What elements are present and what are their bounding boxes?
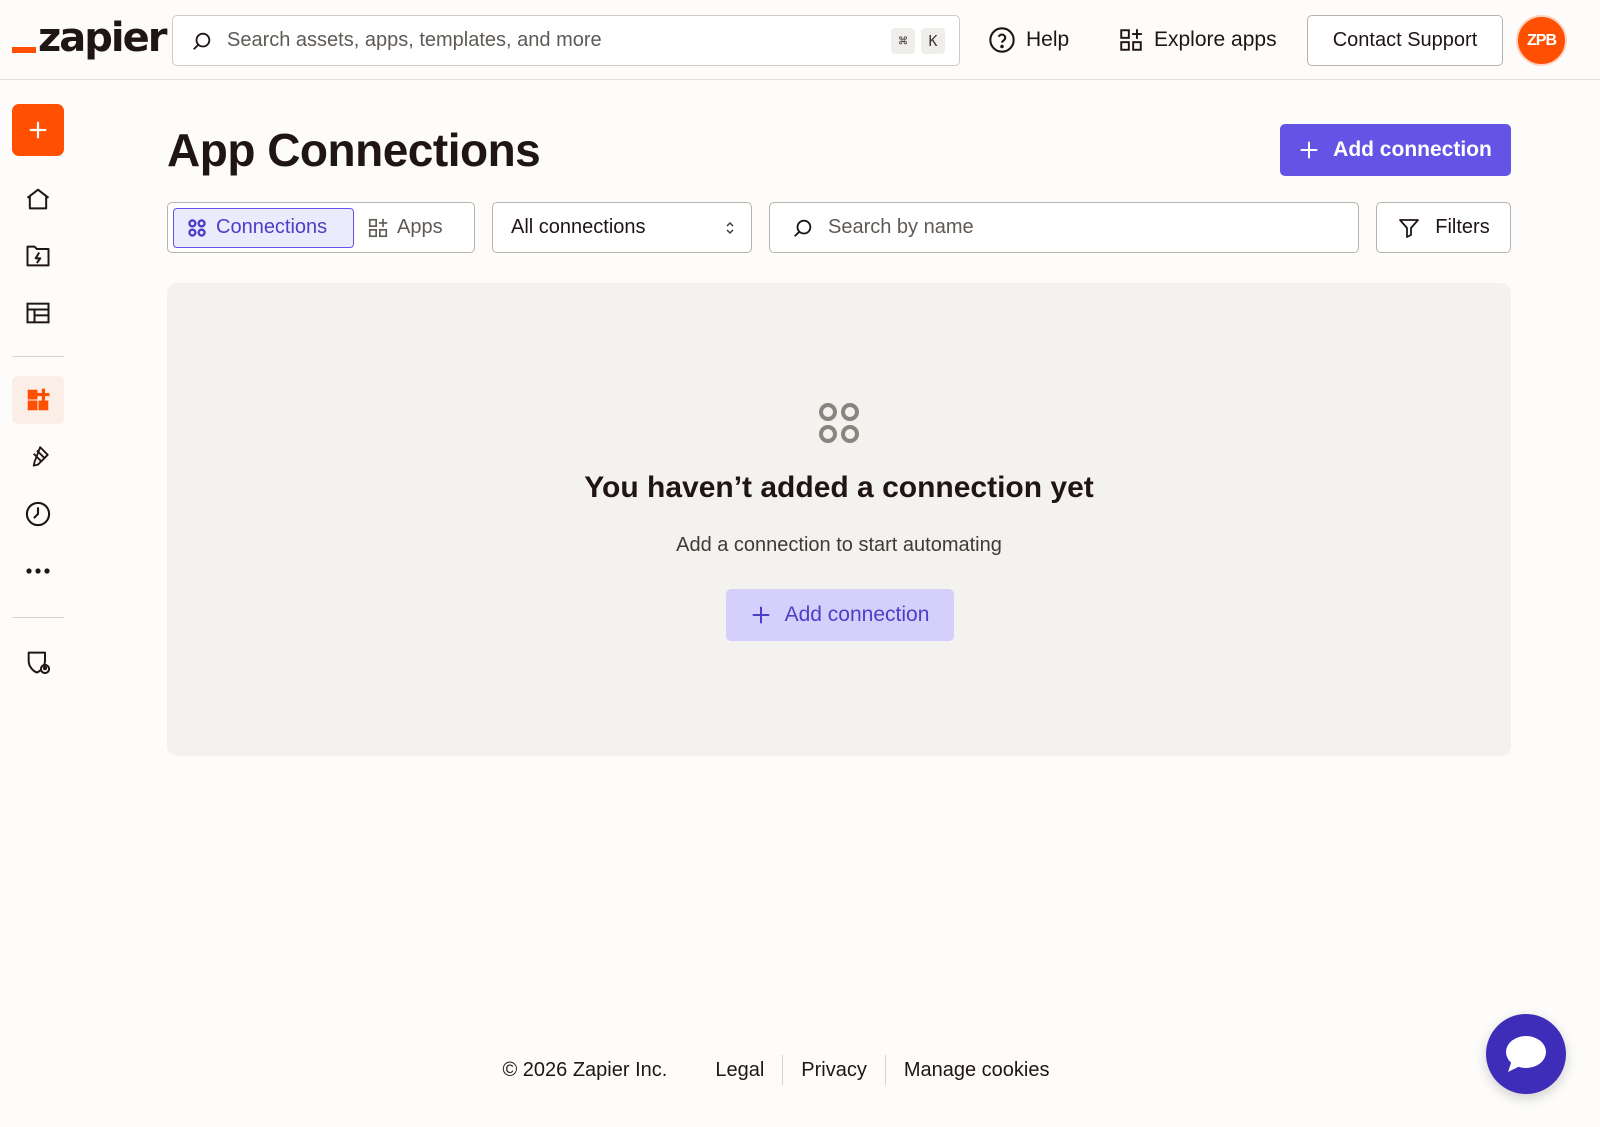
sidebar-divider bbox=[12, 356, 64, 357]
tab-apps[interactable]: Apps bbox=[354, 208, 456, 248]
empty-add-connection-label: Add connection bbox=[784, 603, 930, 626]
copyright: © 2026 Zapier Inc. bbox=[502, 1058, 668, 1081]
logo-text: zapier bbox=[38, 15, 167, 61]
help-circle-icon bbox=[989, 27, 1015, 53]
search-icon bbox=[193, 32, 211, 50]
explore-apps-label: Explore apps bbox=[1154, 28, 1277, 51]
manage-cookies-link[interactable]: Manage cookies bbox=[886, 1059, 1068, 1082]
sidebar-item-tables[interactable] bbox=[12, 289, 64, 337]
global-search[interactable]: ⌘ K bbox=[172, 15, 960, 66]
sidebar-item-apps[interactable] bbox=[12, 376, 64, 424]
tab-apps-label: Apps bbox=[397, 216, 443, 238]
help-label: Help bbox=[1026, 28, 1070, 51]
chevron-up-down-icon bbox=[726, 221, 734, 234]
empty-state: You haven’t added a connection yet Add a… bbox=[167, 283, 1511, 756]
k-key: K bbox=[921, 27, 945, 54]
empty-add-connection-button[interactable]: Add connection bbox=[726, 589, 954, 641]
filters-label: Filters bbox=[1435, 216, 1490, 238]
search-shortcut: ⌘ K bbox=[891, 27, 945, 54]
view-toggle: Connections Apps bbox=[167, 202, 475, 253]
chat-icon bbox=[1506, 1036, 1546, 1072]
global-search-input[interactable] bbox=[227, 20, 891, 61]
help-link[interactable]: Help bbox=[988, 20, 1069, 60]
empty-state-subtitle: Add a connection to start automating bbox=[676, 534, 1002, 556]
legal-link[interactable]: Legal bbox=[697, 1059, 782, 1082]
plus-icon bbox=[29, 121, 47, 139]
zap-folder-icon bbox=[26, 245, 50, 267]
brush-icon bbox=[32, 446, 49, 467]
cmd-key: ⌘ bbox=[891, 27, 915, 54]
tab-connections[interactable]: Connections bbox=[173, 207, 354, 248]
top-header: zapier ⌘ K Help Explore apps Contact Sup… bbox=[0, 0, 1600, 80]
search-icon bbox=[794, 219, 812, 237]
zapier-logo[interactable]: zapier bbox=[12, 14, 167, 62]
footer: © 2026 Zapier Inc. Legal Privacy Manage … bbox=[0, 1052, 1600, 1088]
app-grid-icon bbox=[368, 218, 388, 237]
home-icon bbox=[26, 188, 50, 210]
contact-support-button[interactable]: Contact Support bbox=[1307, 15, 1503, 66]
add-connection-label: Add connection bbox=[1333, 138, 1492, 161]
plus-icon bbox=[1300, 141, 1318, 159]
more-icon bbox=[26, 568, 50, 574]
chat-widget-button[interactable] bbox=[1486, 1014, 1566, 1094]
sidebar-divider bbox=[12, 617, 64, 618]
select-value: All connections bbox=[511, 216, 646, 238]
plus-icon bbox=[752, 606, 770, 624]
connections-icon bbox=[819, 403, 859, 443]
privacy-link[interactable]: Privacy bbox=[783, 1059, 885, 1082]
sidebar-item-history[interactable] bbox=[12, 490, 64, 538]
empty-state-title: You haven’t added a connection yet bbox=[584, 471, 1094, 504]
sidebar-item-admin[interactable] bbox=[12, 638, 64, 686]
history-icon bbox=[25, 501, 51, 527]
name-search-input[interactable] bbox=[828, 207, 1358, 248]
sidebar-item-home[interactable] bbox=[12, 175, 64, 223]
funnel-icon bbox=[1399, 218, 1420, 238]
connections-icon bbox=[188, 218, 206, 237]
filters-button[interactable]: Filters bbox=[1376, 202, 1511, 253]
app-grid-icon bbox=[1120, 29, 1142, 51]
name-search[interactable] bbox=[769, 202, 1359, 253]
connections-filter-select[interactable]: All connections bbox=[492, 202, 752, 253]
create-button[interactable] bbox=[12, 104, 64, 156]
tab-connections-label: Connections bbox=[216, 216, 328, 238]
sidebar-item-more[interactable] bbox=[12, 547, 64, 595]
sidebar-item-zaps[interactable] bbox=[12, 232, 64, 280]
logo-underscore bbox=[12, 47, 36, 53]
page-title: App Connections bbox=[167, 124, 541, 176]
explore-apps-link[interactable]: Explore apps bbox=[1118, 20, 1277, 60]
add-connection-button[interactable]: Add connection bbox=[1280, 124, 1511, 176]
table-icon bbox=[26, 302, 50, 324]
sidebar-item-interfaces[interactable] bbox=[12, 433, 64, 481]
app-grid-icon bbox=[27, 388, 50, 411]
admin-shield-icon bbox=[27, 651, 51, 675]
user-avatar[interactable]: ZPB bbox=[1516, 15, 1567, 66]
